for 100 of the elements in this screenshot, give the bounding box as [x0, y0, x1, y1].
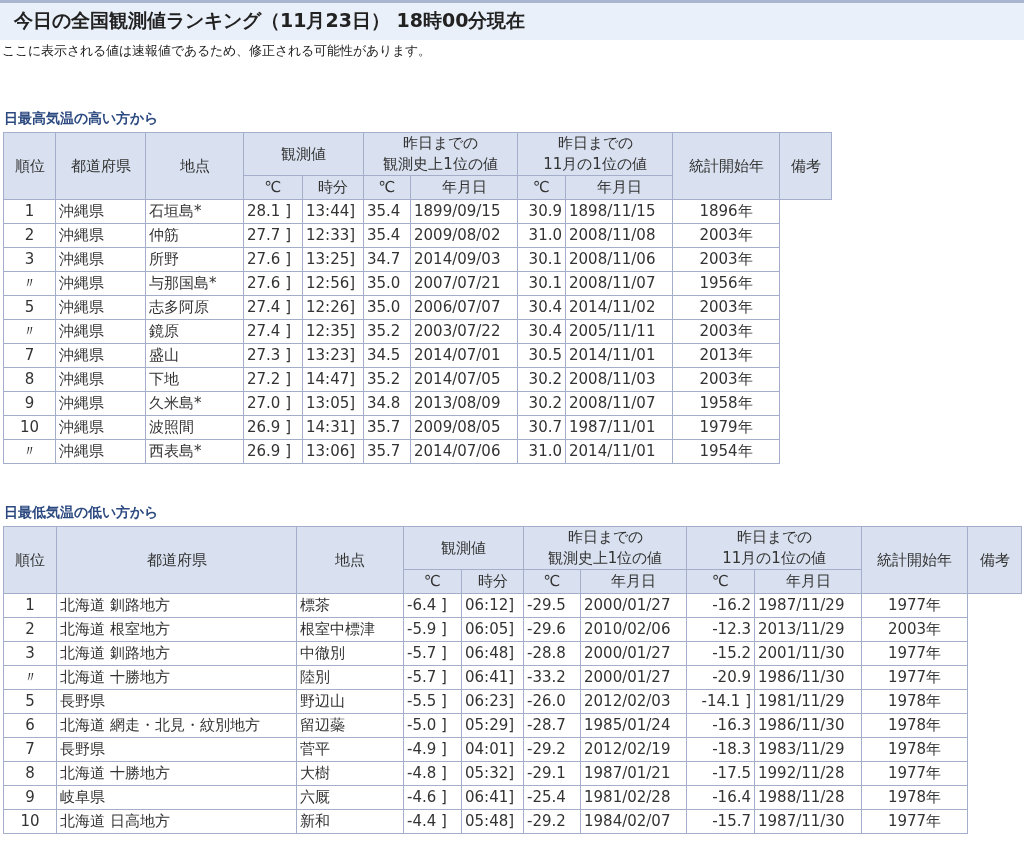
table-cell: 北海道 網走・北見・紋別地方 [56, 713, 297, 738]
table-cell: 長野県 [56, 689, 297, 714]
table-cell: 1977年 [861, 665, 968, 690]
table-cell: 2013/11/29 [754, 617, 862, 642]
table-cell: 2012/02/19 [580, 737, 687, 762]
table-cell: 1977年 [861, 809, 968, 834]
table-cell: 北海道 十勝地方 [56, 761, 297, 786]
table-cell: 2003年 [861, 617, 968, 642]
table-cell: 北海道 根室地方 [56, 617, 297, 642]
table-cell: 与那国島* [145, 271, 244, 296]
column-header: 年月日 [754, 569, 862, 594]
header-text: 昨日までの [556, 133, 634, 154]
table-cell: 1988/11/28 [754, 785, 862, 810]
table-cell: 根室中標津 [296, 617, 404, 642]
table-cell: 1984/02/07 [580, 809, 687, 834]
table-cell: 所野 [145, 247, 244, 272]
table-cell: 2 [3, 223, 56, 248]
table-cell: 1987/11/29 [754, 593, 862, 618]
table-cell: 〃 [3, 319, 56, 344]
table-cell: 1956年 [672, 271, 780, 296]
table-cell: 菅平 [296, 737, 404, 762]
table-cell: 2014/07/06 [410, 439, 518, 464]
table-cell: 岐阜県 [56, 785, 297, 810]
table-cell: 石垣島* [145, 199, 244, 224]
table-cell: 2012/02/03 [580, 689, 687, 714]
table-cell: 1 [3, 199, 56, 224]
table-cell: 標茶 [296, 593, 404, 618]
header-text: 昨日までの [402, 133, 479, 154]
table-cell: 9 [3, 785, 57, 810]
header-text: 11月の1位の値 [542, 154, 648, 175]
table-cell: 2008/11/03 [565, 367, 673, 392]
table-cell: 10 [3, 809, 57, 834]
table-cell: 2009/08/05 [410, 415, 518, 440]
section-heading: 日最低気温の低い方から [3, 504, 159, 522]
table-cell: 2003年 [672, 319, 780, 344]
table-cell: 六厩 [296, 785, 404, 810]
header-text: 昨日までの [566, 527, 644, 548]
table-cell: 1978年 [861, 713, 968, 738]
column-header: 年月日 [580, 569, 687, 594]
table-cell: 1981/02/28 [580, 785, 687, 810]
table-cell: 1986/11/30 [754, 665, 862, 690]
table-cell: 北海道 釧路地方 [56, 593, 297, 618]
table-cell: 2003年 [672, 367, 780, 392]
table-cell: 長野県 [56, 737, 297, 762]
column-header: 統計開始年 [672, 132, 780, 200]
table-cell: 1958年 [672, 391, 780, 416]
section-heading: 日最高気温の高い方から [3, 110, 159, 128]
table-cell: 2014/09/03 [410, 247, 518, 272]
table-cell: 盛山 [145, 343, 244, 368]
table-cell: 2014/07/05 [410, 367, 518, 392]
table-cell: 2014/11/01 [565, 343, 673, 368]
table-cell: 1987/11/01 [565, 415, 673, 440]
table-cell: 2000/01/27 [580, 665, 687, 690]
table-cell: 西表島* [145, 439, 244, 464]
table-cell: 仲筋 [145, 223, 244, 248]
table-cell: 下地 [145, 367, 244, 392]
table-cell: 2007/07/21 [410, 271, 518, 296]
column-header: 観測値 [243, 132, 364, 176]
column-header: 年月日 [565, 175, 673, 200]
table-cell: 陸別 [296, 665, 404, 690]
table-cell: 沖縄県 [55, 199, 146, 224]
table-cell: 2003年 [672, 247, 780, 272]
table-cell: 沖縄県 [55, 295, 146, 320]
header-text: 観測史上1位の値 [546, 548, 664, 569]
table-cell: 大樹 [296, 761, 404, 786]
table-cell: 波照間 [145, 415, 244, 440]
table-cell: 〃 [3, 271, 56, 296]
table-cell: 沖縄県 [55, 415, 146, 440]
table-cell: 1978年 [861, 785, 968, 810]
table-cell: 1981/11/29 [754, 689, 862, 714]
table-cell: 2005/11/11 [565, 319, 673, 344]
table-cell: 2008/11/06 [565, 247, 673, 272]
table-cell: 1987/11/30 [754, 809, 862, 834]
page-title: 今日の全国観測値ランキング（11月23日） 18時00分現在 [0, 0, 1024, 40]
column-header: 備考 [967, 526, 1022, 594]
table-cell: 2013年 [672, 343, 780, 368]
table-cell: 2013/08/09 [410, 391, 518, 416]
table-cell: 1898/11/15 [565, 199, 673, 224]
table-cell: 北海道 十勝地方 [56, 665, 297, 690]
table-cell: 中徹別 [296, 641, 404, 666]
table-cell: 7 [3, 737, 57, 762]
column-header: 地点 [145, 132, 244, 200]
table-cell: 沖縄県 [55, 391, 146, 416]
table-cell: 2000/01/27 [580, 593, 687, 618]
table-cell: 2014/07/01 [410, 343, 518, 368]
table-cell: 7 [3, 343, 56, 368]
table-cell: 3 [3, 247, 56, 272]
table-cell: 北海道 釧路地方 [56, 641, 297, 666]
column-header: 備考 [779, 132, 832, 200]
table-cell: 2 [3, 617, 57, 642]
table-cell: 沖縄県 [55, 247, 146, 272]
column-header: 年月日 [410, 175, 518, 200]
table-cell: 2003年 [672, 295, 780, 320]
column-header: 都道府県 [55, 132, 146, 200]
table-cell: 2014/11/01 [565, 439, 673, 464]
table-cell: 沖縄県 [55, 223, 146, 248]
table-cell: 10 [3, 415, 56, 440]
table-cell: 2008/11/07 [565, 391, 673, 416]
header-text: 観測史上1位の値 [382, 154, 499, 175]
table-cell: 2003/07/22 [410, 319, 518, 344]
